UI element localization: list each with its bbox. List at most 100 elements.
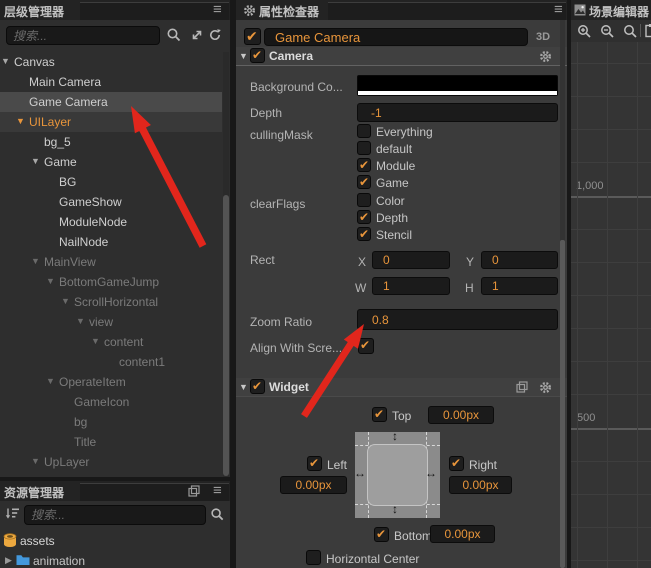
clearflags-checkbox-depth[interactable] (357, 210, 371, 224)
align-with-screen-checkbox[interactable] (358, 338, 374, 354)
widget-enabled-checkbox[interactable] (250, 379, 265, 394)
widget-bottom-checkbox[interactable] (374, 527, 389, 542)
clipboard-icon[interactable] (645, 24, 651, 38)
widget-section-header[interactable]: ▼ Widget (236, 378, 567, 397)
tree-node-mainview[interactable]: ▼ MainView (0, 252, 222, 272)
horizontal-center-checkbox[interactable] (306, 550, 321, 565)
camera-enabled-checkbox[interactable] (250, 48, 265, 63)
tree-node-nailnode[interactable]: NailNode (0, 232, 222, 252)
float-window-icon[interactable] (188, 485, 200, 497)
rect-x-input[interactable] (372, 251, 450, 269)
collapse-arrow-icon[interactable]: ▼ (239, 382, 248, 392)
tree-node-gameicon[interactable]: GameIcon (0, 392, 222, 412)
inspector-scrollbar[interactable] (560, 20, 565, 568)
widget-right-checkbox[interactable] (449, 456, 464, 471)
tree-node-operateitem[interactable]: ▼ OperateItem (0, 372, 222, 392)
clearflags-option-color: Color (357, 193, 547, 210)
tree-node-content[interactable]: ▼ content (0, 332, 222, 352)
tree-node-modulenode[interactable]: ModuleNode (0, 212, 222, 232)
tree-node-bg[interactable]: BG (0, 172, 222, 192)
tree-node-uplayer[interactable]: ▼ UpLayer (0, 452, 222, 472)
zoom-out-icon[interactable] (600, 24, 615, 39)
option-label: Everything (376, 125, 433, 139)
tree-node-canvas[interactable]: ▼ Canvas (0, 52, 222, 72)
clearflags-checkbox-stencil[interactable] (357, 227, 371, 241)
mode-3d-toggle[interactable]: 3D (536, 31, 550, 43)
asset-row-assets[interactable]: assets (0, 531, 230, 551)
tree-node-content1[interactable]: content1 (0, 352, 222, 372)
scrollbar-thumb[interactable] (223, 195, 229, 476)
zoom-reset-icon[interactable] (623, 24, 638, 39)
tree-node-view[interactable]: ▼ view (0, 312, 222, 332)
tree-node-bottomgamejump[interactable]: ▼ BottomGameJump (0, 272, 222, 292)
cullingmask-checkbox-default[interactable] (357, 141, 371, 155)
widget-alignment-diagram[interactable]: ↕ ↕ ↔ ↔ (354, 429, 440, 518)
widget-left-checkbox[interactable] (307, 456, 322, 471)
node-enabled-checkbox[interactable] (244, 28, 261, 45)
gear-icon[interactable] (539, 381, 552, 394)
search-icon[interactable] (166, 27, 182, 43)
expand-arrow-icon[interactable]: ▼ (16, 116, 25, 126)
tree-node-gameshow[interactable]: GameShow (0, 192, 222, 212)
background-color-swatch[interactable] (357, 75, 558, 96)
collapse-arrow-icon[interactable]: ▼ (239, 51, 248, 61)
tree-node-title[interactable]: Title (0, 432, 222, 452)
arrow-horizontal-icon: ↔ (354, 466, 366, 480)
expand-arrow-icon[interactable]: ▼ (1, 56, 10, 66)
hierarchy-scrollbar[interactable] (223, 52, 229, 477)
expand-arrow-icon[interactable]: ▼ (31, 156, 40, 166)
grid-line-horizontal (571, 527, 651, 528)
rect-y-input[interactable] (481, 251, 558, 269)
inspector-header: 属性检查器 ≡ (236, 0, 567, 20)
expand-arrow-icon[interactable]: ▼ (76, 316, 85, 326)
alpha-bar (358, 91, 557, 95)
tree-node-uilayer[interactable]: ▼ UILayer (0, 112, 222, 132)
clearflags-options: Color Depth Stencil (357, 193, 547, 244)
tree-node-game-camera[interactable]: Game Camera (0, 92, 222, 112)
zoom-in-icon[interactable] (577, 24, 592, 39)
scrollbar-thumb[interactable] (560, 240, 565, 568)
expand-arrow-icon[interactable]: ▼ (91, 336, 100, 346)
expand-arrow-icon[interactable]: ▼ (61, 296, 70, 306)
search-icon[interactable] (210, 507, 225, 522)
tree-node-scrollhorizontal[interactable]: ▼ ScrollHorizontal (0, 292, 222, 312)
widget-left-input[interactable] (280, 476, 347, 494)
tree-node-main-camera[interactable]: Main Camera (0, 72, 222, 92)
widget-right-input[interactable] (449, 476, 512, 494)
tree-node-bg-5[interactable]: bg_5 (0, 132, 222, 152)
rect-h-input[interactable] (481, 277, 558, 295)
rect-w-input[interactable] (372, 277, 450, 295)
assets-search-input[interactable] (24, 505, 206, 525)
docs-icon[interactable] (516, 381, 528, 393)
gear-icon[interactable] (539, 50, 552, 63)
expand-arrow-icon[interactable]: ▼ (31, 456, 40, 466)
cullingmask-checkbox-everything[interactable] (357, 124, 371, 138)
expand-arrow-icon[interactable]: ▶ (5, 555, 12, 566)
tree-node-game[interactable]: ▼ Game (0, 152, 222, 172)
hierarchy-menu-icon[interactable]: ≡ (213, 0, 222, 20)
expand-all-icon[interactable] (190, 28, 204, 42)
clearflags-option-stencil: Stencil (357, 227, 547, 244)
tree-node-bg[interactable]: bg (0, 412, 222, 432)
widget-top-input[interactable] (428, 406, 494, 424)
zoom-ratio-input[interactable] (357, 309, 558, 330)
cullingmask-checkbox-game[interactable] (357, 175, 371, 189)
sort-icon[interactable] (5, 507, 20, 520)
refresh-icon[interactable] (208, 28, 222, 42)
asset-row-animation[interactable]: ▶ animation (0, 551, 230, 568)
cullingmask-checkbox-module[interactable] (357, 158, 371, 172)
cocos-editor-screenshot: { "colors": { "accent_orange": "#E8953B"… (0, 0, 651, 568)
node-name-input[interactable] (264, 28, 528, 46)
widget-bottom-input[interactable] (430, 525, 495, 543)
expand-arrow-icon[interactable]: ▼ (46, 276, 55, 286)
hierarchy-search-input[interactable] (6, 26, 160, 45)
camera-section-header[interactable]: ▼ Camera (236, 47, 567, 66)
widget-top-checkbox[interactable] (372, 407, 387, 422)
clearflags-checkbox-color[interactable] (357, 193, 371, 207)
assets-menu-icon[interactable]: ≡ (213, 481, 222, 501)
depth-input[interactable] (357, 103, 558, 122)
expand-arrow-icon[interactable]: ▼ (46, 376, 55, 386)
scene-canvas[interactable]: 1,000 500 (571, 42, 651, 568)
inspector-menu-icon[interactable]: ≡ (554, 0, 563, 20)
expand-arrow-icon[interactable]: ▼ (31, 256, 40, 266)
